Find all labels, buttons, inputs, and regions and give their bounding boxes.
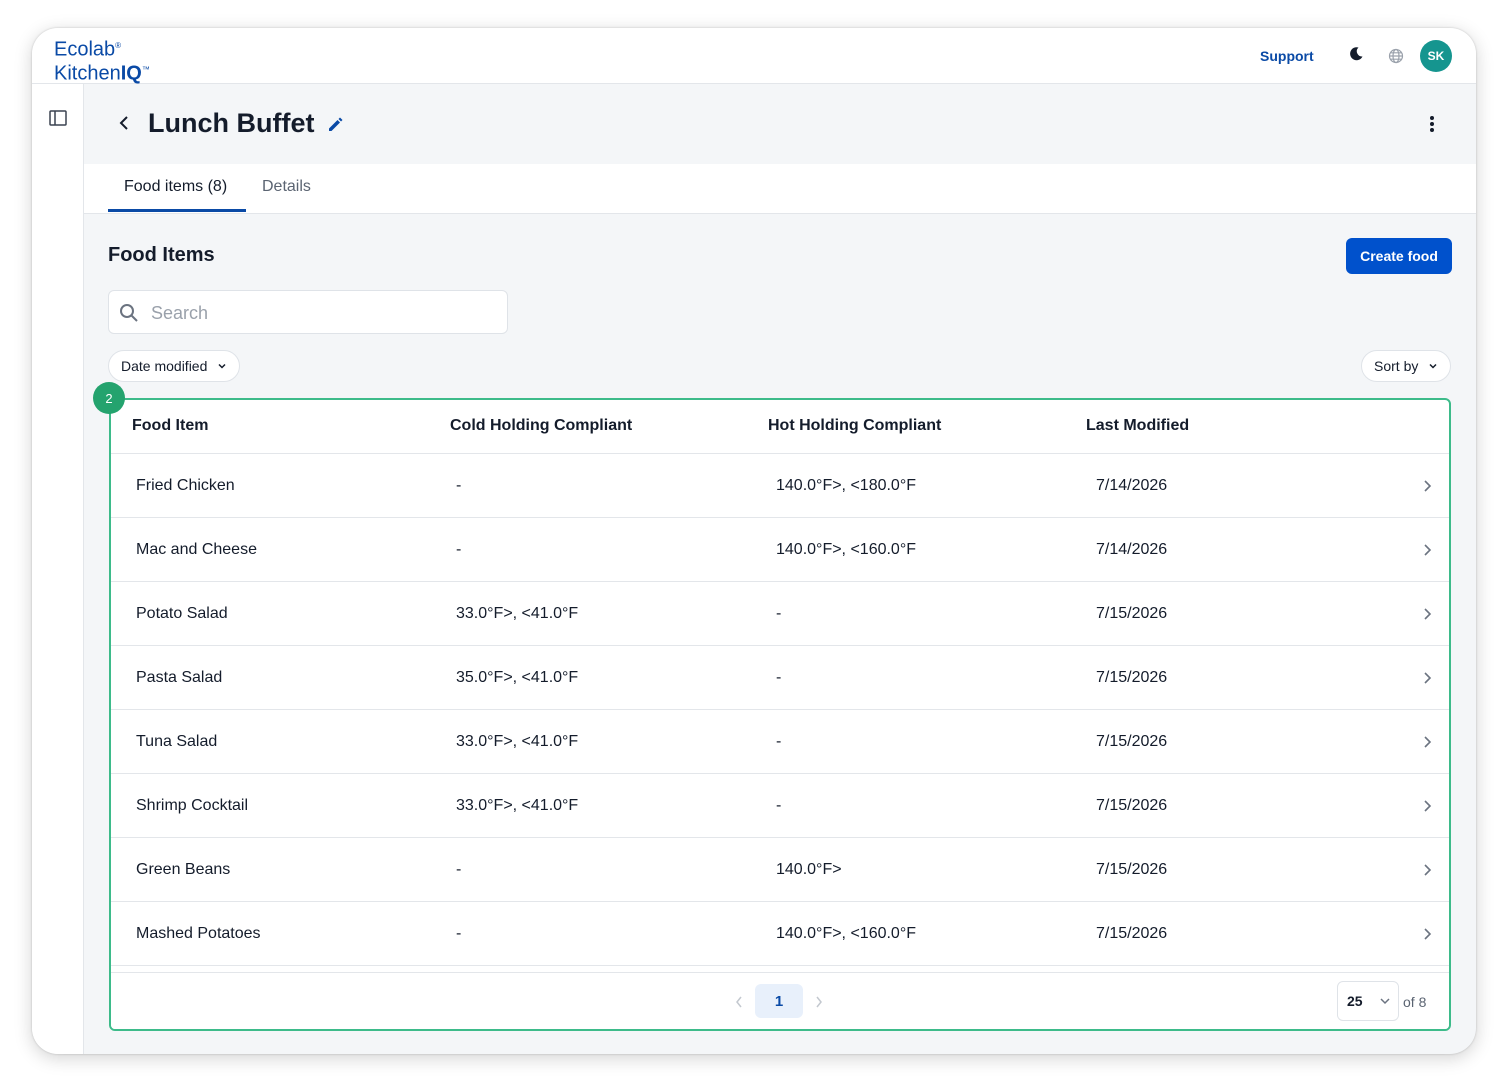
rows-per-page-select[interactable]: 25	[1337, 981, 1399, 1021]
hot-holding-cell: 140.0°F>, <160.0°F	[776, 541, 916, 558]
chevron-right-icon[interactable]	[815, 995, 823, 1009]
chevron-down-icon	[1429, 363, 1437, 369]
food-item-cell: Mac and Cheese	[136, 541, 257, 558]
food-item-cell: Fried Chicken	[136, 477, 235, 494]
tab-bar: Food items (8) Details	[84, 164, 1476, 214]
search-box	[108, 290, 508, 334]
hot-holding-cell: -	[776, 669, 782, 686]
chevron-left-icon[interactable]	[735, 995, 743, 1009]
chevron-right-icon[interactable]	[1423, 863, 1432, 877]
chevron-right-icon[interactable]	[1423, 735, 1432, 749]
column-header-last-modified[interactable]: Last Modified	[1086, 417, 1189, 435]
table-header: Food Item Cold Holding Compliant Hot Hol…	[111, 400, 1449, 454]
app-window: Ecolab® KitchenIQ™ Support SK Lunch Buff…	[32, 28, 1476, 1054]
table-row[interactable]: Fried Chicken - 140.0°F>, <180.0°F 7/14/202…	[111, 454, 1449, 518]
total-count: of 8	[1403, 994, 1427, 1010]
hot-holding-cell: -	[776, 733, 782, 750]
last-modified-cell: 7/15/2026	[1096, 733, 1168, 750]
brand-logo[interactable]: Ecolab® KitchenIQ™	[54, 36, 150, 84]
chevron-right-icon[interactable]	[1423, 607, 1432, 621]
table-row[interactable]: Pasta Salad 35.0°F>, <41.0°F - 7/15/2026	[111, 646, 1449, 710]
sidebar	[32, 84, 84, 1054]
pencil-edit-icon[interactable]	[326, 114, 346, 134]
cold-holding-cell: 35.0°F>, <41.0°F	[456, 669, 579, 686]
hot-holding-cell: -	[776, 605, 782, 622]
page-title: Lunch Buffet	[148, 108, 315, 138]
cold-holding-cell: 33.0°F>, <41.0°F	[456, 797, 579, 814]
search-input[interactable]	[151, 301, 491, 325]
cold-holding-cell: 33.0°F>, <41.0°F	[456, 733, 579, 750]
moon-icon[interactable]	[1348, 46, 1364, 62]
tab-food-items[interactable]: Food items (8)	[124, 178, 227, 196]
active-tab-indicator	[108, 209, 246, 212]
chevron-down-icon	[218, 363, 226, 369]
chevron-down-icon	[1380, 998, 1390, 1005]
food-item-cell: Mashed Potatoes	[136, 925, 261, 942]
support-link[interactable]: Support	[1260, 48, 1314, 64]
back-arrow-icon[interactable]	[118, 114, 130, 132]
top-bar: Ecolab® KitchenIQ™ Support SK	[32, 28, 1476, 84]
table-row[interactable]: Mashed Potatoes - 140.0°F>, <160.0°F 7/15/2…	[111, 902, 1449, 966]
cold-holding-cell: -	[456, 861, 462, 878]
more-options-icon[interactable]	[1424, 114, 1440, 134]
hot-holding-cell: 140.0°F>	[776, 861, 842, 878]
user-avatar[interactable]: SK	[1420, 40, 1452, 72]
food-item-cell: Pasta Salad	[136, 669, 223, 686]
create-food-button[interactable]: Create food	[1346, 238, 1452, 274]
cold-holding-cell: 33.0°F>, <41.0°F	[456, 605, 579, 622]
table-row[interactable]: Mac and Cheese - 140.0°F>, <160.0°F 7/14/20…	[111, 518, 1449, 582]
last-modified-cell: 7/14/2026	[1096, 541, 1168, 558]
last-modified-cell: 7/15/2026	[1096, 669, 1168, 686]
column-header-cold-holding[interactable]: Cold Holding Compliant	[450, 417, 632, 435]
search-icon	[120, 304, 138, 322]
sort-by-dropdown[interactable]: Sort by	[1361, 350, 1452, 382]
last-modified-cell: 7/14/2026	[1096, 477, 1168, 494]
hot-holding-cell: 140.0°F>, <180.0°F	[776, 477, 916, 494]
tab-details[interactable]: Details	[262, 178, 311, 196]
food-item-cell: Tuna Salad	[136, 733, 218, 750]
food-item-cell: Shrimp Cocktail	[136, 797, 249, 814]
column-header-food-item[interactable]: Food Item	[132, 417, 208, 435]
cold-holding-cell: -	[456, 477, 462, 494]
table-row[interactable]: Tuna Salad 33.0°F>, <41.0°F - 7/15/2026	[111, 710, 1449, 774]
cold-holding-cell: -	[456, 925, 462, 942]
food-item-cell: Green Beans	[136, 861, 231, 878]
column-header-hot-holding[interactable]: Hot Holding Compliant	[768, 417, 941, 435]
table-row[interactable]: Shrimp Cocktail 33.0°F>, <41.0°F - 7/15/202…	[111, 774, 1449, 838]
section-title: Food Items	[108, 244, 215, 266]
pagination-bar: 1 25 of 8	[111, 972, 1449, 1029]
sidebar-toggle-icon[interactable]	[49, 110, 67, 126]
last-modified-cell: 7/15/2026	[1096, 861, 1168, 878]
food-items-table: Food Item Cold Holding Compliant Hot Hol…	[109, 398, 1451, 1031]
last-modified-cell: 7/15/2026	[1096, 797, 1168, 814]
hot-holding-cell: 140.0°F>, <160.0°F	[776, 925, 916, 942]
last-modified-cell: 7/15/2026	[1096, 605, 1168, 622]
table-row[interactable]: Green Beans - 140.0°F> 7/15/2026	[111, 838, 1449, 902]
food-item-cell: Potato Salad	[136, 605, 228, 622]
table-row[interactable]: Potato Salad 33.0°F>, <41.0°F - 7/15/2026	[111, 582, 1449, 646]
date-modified-filter[interactable]: Date modified	[108, 350, 241, 382]
chevron-right-icon[interactable]	[1423, 671, 1432, 685]
chevron-right-icon[interactable]	[1423, 479, 1432, 493]
step-badge: 2	[93, 382, 125, 414]
current-page-button[interactable]: 1	[755, 984, 803, 1018]
cold-holding-cell: -	[456, 541, 462, 558]
chevron-right-icon[interactable]	[1423, 927, 1432, 941]
chevron-right-icon[interactable]	[1423, 799, 1432, 813]
last-modified-cell: 7/15/2026	[1096, 925, 1168, 942]
hot-holding-cell: -	[776, 797, 782, 814]
globe-icon[interactable]	[1388, 48, 1404, 64]
chevron-right-icon[interactable]	[1423, 543, 1432, 557]
